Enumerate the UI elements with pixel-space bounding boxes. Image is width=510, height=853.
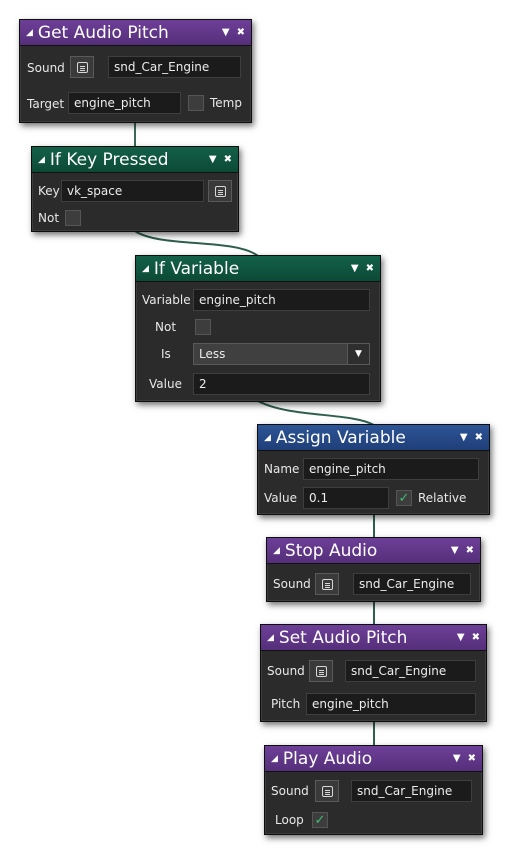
sound-label: Sound (27, 61, 65, 75)
node-header[interactable]: ◢ Get Audio Pitch ▼ ✖ (20, 20, 251, 46)
node-assign-variable[interactable]: ◢ Assign Variable ▼ ✖ Name engine_pitch … (257, 424, 490, 515)
node-title: If Variable (153, 258, 240, 279)
node-header[interactable]: ◢ Set Audio Pitch ▼ ✖ (261, 625, 486, 651)
sound-picker-button[interactable] (315, 780, 339, 802)
pitch-field[interactable]: engine_pitch (306, 693, 476, 715)
key-label: Key (38, 184, 60, 198)
node-stop-audio[interactable]: ◢ Stop Audio ▼ ✖ Sound snd_Car_Engine (266, 537, 481, 602)
wire-ifvar-to-assign (257, 400, 375, 426)
node-title: Set Audio Pitch (278, 627, 408, 648)
dropdown-arrow-icon[interactable]: ▼ (451, 545, 459, 556)
node-play-audio[interactable]: ◢ Play Audio ▼ ✖ Sound snd_Car_Engine Lo… (264, 745, 483, 835)
name-label: Name (264, 462, 300, 476)
variable-label: Variable (142, 293, 191, 307)
target-field[interactable]: engine_pitch (68, 92, 181, 114)
dropdown-arrow-icon[interactable]: ▼ (222, 27, 230, 38)
key-field[interactable]: vk_space (61, 180, 204, 202)
node-set-audio-pitch[interactable]: ◢ Set Audio Pitch ▼ ✖ Sound snd_Car_Engi… (260, 624, 487, 722)
close-icon[interactable]: ✖ (475, 432, 483, 443)
node-title: Assign Variable (275, 427, 406, 448)
sound-picker-button[interactable] (309, 660, 333, 682)
dropdown-arrow-icon[interactable]: ▼ (453, 753, 461, 764)
asset-list-icon (321, 578, 333, 590)
wire-ifkey-to-ifvar (134, 230, 259, 257)
temp-label: Temp (210, 96, 242, 110)
relative-label: Relative (418, 491, 467, 505)
dropdown-arrow-icon[interactable]: ▼ (460, 432, 468, 443)
node-if-variable[interactable]: ◢ If Variable ▼ ✖ Variable engine_pitch … (135, 255, 381, 402)
collapse-triangle-icon[interactable]: ◢ (273, 546, 280, 556)
pitch-label: Pitch (271, 697, 301, 711)
sound-label: Sound (271, 784, 309, 798)
not-checkbox[interactable] (65, 210, 81, 226)
close-icon[interactable]: ✖ (224, 154, 232, 165)
loop-checkbox[interactable]: ✓ (312, 812, 328, 828)
checkmark-icon: ✓ (398, 490, 410, 506)
sound-picker-button[interactable] (70, 56, 94, 78)
collapse-triangle-icon[interactable]: ◢ (26, 28, 33, 38)
sound-field[interactable]: snd_Car_Engine (108, 56, 241, 78)
collapse-triangle-icon[interactable]: ◢ (267, 633, 274, 643)
not-checkbox[interactable] (195, 319, 211, 335)
name-field[interactable]: engine_pitch (303, 458, 479, 480)
value-label: Value (264, 491, 297, 505)
temp-checkbox[interactable] (188, 95, 204, 111)
collapse-triangle-icon[interactable]: ◢ (142, 264, 149, 274)
node-header[interactable]: ◢ Play Audio ▼ ✖ (265, 746, 482, 772)
value-field[interactable]: 2 (193, 373, 370, 395)
key-picker-button[interactable] (208, 180, 232, 202)
collapse-triangle-icon[interactable]: ◢ (271, 754, 278, 764)
sound-picker-button[interactable] (315, 573, 339, 595)
node-header[interactable]: ◢ If Variable ▼ ✖ (136, 256, 380, 282)
node-title: Get Audio Pitch (37, 22, 169, 43)
loop-label: Loop (275, 813, 304, 827)
target-label: Target (27, 97, 65, 111)
is-select[interactable]: Less ▼ (193, 343, 370, 365)
not-label: Not (38, 211, 60, 225)
collapse-triangle-icon[interactable]: ◢ (264, 433, 271, 443)
close-icon[interactable]: ✖ (366, 263, 374, 274)
asset-list-icon (321, 785, 333, 797)
is-label: Is (161, 347, 171, 361)
value-label: Value (149, 377, 182, 391)
asset-list-icon (76, 61, 88, 73)
node-get-audio-pitch[interactable]: ◢ Get Audio Pitch ▼ ✖ Sound snd_Car_Engi… (19, 19, 252, 123)
node-title: Play Audio (282, 748, 373, 769)
node-title: Stop Audio (284, 540, 378, 561)
node-if-key-pressed[interactable]: ◢ If Key Pressed ▼ ✖ Key vk_space Not (31, 146, 239, 232)
dropdown-arrow-icon[interactable]: ▼ (457, 632, 465, 643)
asset-list-icon (315, 665, 327, 677)
relative-checkbox[interactable]: ✓ (396, 490, 412, 506)
close-icon[interactable]: ✖ (466, 545, 474, 556)
close-icon[interactable]: ✖ (237, 27, 245, 38)
value-field[interactable]: 0.1 (303, 487, 389, 509)
chevron-down-icon[interactable]: ▼ (347, 344, 369, 364)
node-header[interactable]: ◢ Stop Audio ▼ ✖ (267, 538, 480, 564)
collapse-triangle-icon[interactable]: ◢ (38, 155, 45, 165)
variable-field[interactable]: engine_pitch (193, 289, 370, 311)
node-header[interactable]: ◢ Assign Variable ▼ ✖ (258, 425, 489, 451)
is-select-value: Less (199, 347, 226, 361)
sound-field[interactable]: snd_Car_Engine (353, 573, 471, 595)
close-icon[interactable]: ✖ (472, 632, 480, 643)
sound-field[interactable]: snd_Car_Engine (351, 780, 472, 802)
close-icon[interactable]: ✖ (468, 753, 476, 764)
not-label: Not (155, 320, 177, 334)
node-header[interactable]: ◢ If Key Pressed ▼ ✖ (32, 147, 238, 173)
node-title: If Key Pressed (49, 149, 169, 170)
dropdown-arrow-icon[interactable]: ▼ (209, 154, 217, 165)
dropdown-arrow-icon[interactable]: ▼ (351, 263, 359, 274)
sound-field[interactable]: snd_Car_Engine (345, 660, 476, 682)
sound-label: Sound (267, 664, 305, 678)
asset-list-icon (214, 185, 226, 197)
sound-label: Sound (273, 577, 311, 591)
checkmark-icon: ✓ (314, 812, 326, 828)
